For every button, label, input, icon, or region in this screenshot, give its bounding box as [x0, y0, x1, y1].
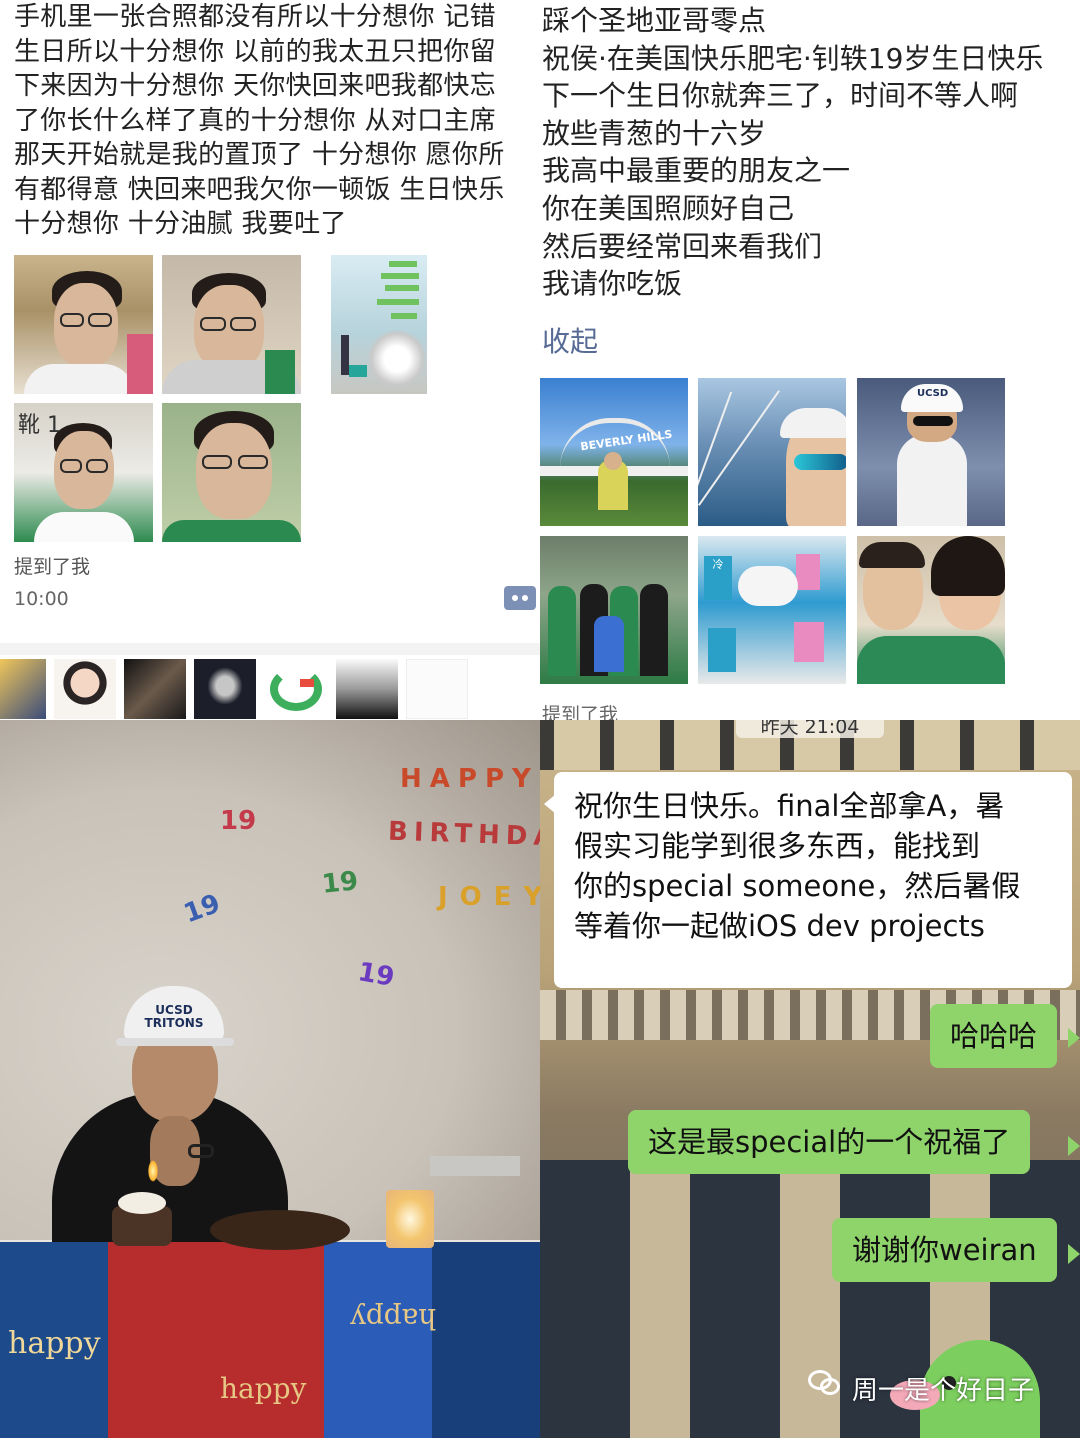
- message-line: 祝你生日快乐。final全部拿A，暑: [574, 789, 1005, 823]
- photo-thumbnail[interactable]: [162, 255, 301, 394]
- watermark-text: 周一是个好日子: [852, 1376, 1035, 1406]
- radiator: [430, 1156, 520, 1176]
- wechat-icon: [808, 1370, 842, 1398]
- post-caption: 手机里一张合照都没有所以十分想你 记错 生日所以十分想你 以前的我太丑只把你留 …: [14, 0, 540, 242]
- caption-line: 那天开始就是我的置顶了 十分想你 愿你所: [14, 140, 505, 170]
- bubble-tail: [544, 794, 556, 814]
- divider: [0, 643, 540, 655]
- strip-thumbnail[interactable]: [0, 659, 46, 719]
- photo-thumbnail[interactable]: BEVERLY HILLS: [540, 378, 688, 526]
- strip-thumbnail[interactable]: [194, 659, 256, 719]
- candle-jar: [386, 1190, 434, 1248]
- bubble-tail: [1068, 1028, 1080, 1048]
- strip-thumbnail[interactable]: [54, 659, 116, 719]
- banner-happy: HAPPY: [400, 764, 539, 794]
- strip-thumbnail[interactable]: [264, 659, 328, 719]
- photo-thumbnail[interactable]: 靴 1: [14, 403, 153, 542]
- post-time: 10:00: [14, 588, 69, 610]
- message-line: 等着你一起做iOS dev projects: [574, 909, 985, 943]
- number-19: 19: [355, 957, 397, 993]
- caption-line: 了你长什么样了真的十分想你 从对口主席: [14, 105, 496, 136]
- message-line: 你的special someone，然后暑假: [574, 869, 1021, 903]
- message-bubble-sent[interactable]: 谢谢你weiran: [832, 1218, 1057, 1282]
- caption-line: 你在美国照顾好自己: [542, 191, 795, 225]
- banner-joey: JOEY: [438, 882, 540, 912]
- message-line: 假实习能学到很多东西，能找到: [574, 829, 981, 863]
- photo-thumbnail[interactable]: 冷: [698, 536, 846, 684]
- chat-screen: 昨天 21:04 祝你生日快乐。final全部拿A，暑 假实习能学到很多东西，能…: [540, 720, 1080, 1438]
- number-19: 19: [220, 806, 257, 836]
- post-caption: 踩个圣地亚哥零点 祝侯·在美国快乐肥宅·钊轶19岁生日快乐 下一个生日你就奔三了…: [542, 2, 1080, 303]
- caption-line: 放些青葱的十六岁: [542, 116, 767, 150]
- caption-line: 我高中最重要的朋友之一: [542, 154, 851, 188]
- photo-thumbnail[interactable]: [540, 536, 688, 684]
- moments-post-1: 手机里一张合照都没有所以十分想你 记错 生日所以十分想你 以前的我太丑只把你留 …: [0, 0, 540, 720]
- tablecloth: happy happy happy: [0, 1242, 540, 1438]
- caption-line: 踩个圣地亚哥零点: [542, 4, 767, 37]
- strip-thumbnail[interactable]: [124, 659, 186, 719]
- message-bubble-received[interactable]: 祝你生日快乐。final全部拿A，暑 假实习能学到很多东西，能找到 你的spec…: [554, 772, 1072, 988]
- tablecloth-text: happy: [350, 1302, 437, 1335]
- comment-more-button[interactable]: [504, 586, 536, 610]
- cap-text: UCSD: [917, 388, 949, 399]
- caption-line: 祝侯·在美国快乐肥宅·钊轶19岁生日快乐: [542, 41, 1044, 75]
- photo-thumbnail[interactable]: [857, 536, 1005, 684]
- photo-thumbnail[interactable]: UCSD: [857, 378, 1005, 526]
- cap-logo: UCSD TRITONS: [144, 1003, 204, 1030]
- caption-line: 然后要经常回来看我们: [542, 229, 823, 263]
- candle-flame: [148, 1160, 158, 1182]
- mention-label[interactable]: 提到了我: [542, 700, 618, 720]
- bubble-tail: [1068, 1244, 1080, 1264]
- tablecloth-text: happy: [220, 1372, 307, 1405]
- caption-line: 手机里一张合照都没有所以十分想你 记错: [14, 2, 496, 32]
- birthday-photo: HAPPY BIRTHDAY JOEY 19 19 19 19 UCSD TRI…: [0, 720, 540, 1438]
- caption-line: 下来因为十分想你 天你快回来吧我都快忘: [14, 71, 496, 101]
- message-bubble-sent[interactable]: 哈哈哈: [930, 1004, 1058, 1068]
- caption-line: 十分想你 十分油腻 我要吐了: [14, 209, 347, 239]
- caption-line: 生日所以十分想你 以前的我太丑只把你留: [14, 36, 496, 67]
- collapse-link[interactable]: 收起: [542, 320, 598, 360]
- bubble-tail: [1068, 1136, 1080, 1156]
- watch-icon: [188, 1144, 214, 1158]
- message-bubble-sent[interactable]: 这是最special的一个祝福了: [628, 1110, 1031, 1174]
- moments-post-2: 踩个圣地亚哥零点 祝侯·在美国快乐肥宅·钊轶19岁生日快乐 下一个生日你就奔三了…: [540, 0, 1080, 720]
- strip-thumbnail[interactable]: [336, 659, 398, 719]
- tablecloth-text: happy: [8, 1326, 101, 1361]
- photo-thumbnail[interactable]: [162, 403, 301, 542]
- caption-line: 下一个生日你就奔三了，时间不等人啊: [542, 79, 1019, 113]
- cake: [210, 1210, 350, 1250]
- number-19: 19: [320, 866, 360, 900]
- photo-thumbnail[interactable]: [14, 255, 153, 394]
- cupcake: [112, 1192, 172, 1246]
- chat-timestamp: 昨天 21:04: [736, 720, 884, 738]
- mention-label[interactable]: 提到了我: [14, 552, 90, 579]
- caption-line: 有都得意 快回来吧我欠你一顿饭 生日快乐: [14, 174, 505, 205]
- strip-thumbnail[interactable]: [406, 659, 468, 719]
- caption-line: 我请你吃饭: [542, 267, 683, 301]
- chat-screenshot-thumbnail[interactable]: [331, 255, 427, 394]
- cap-brim: [116, 1038, 234, 1046]
- photo-thumbnail[interactable]: [698, 378, 846, 526]
